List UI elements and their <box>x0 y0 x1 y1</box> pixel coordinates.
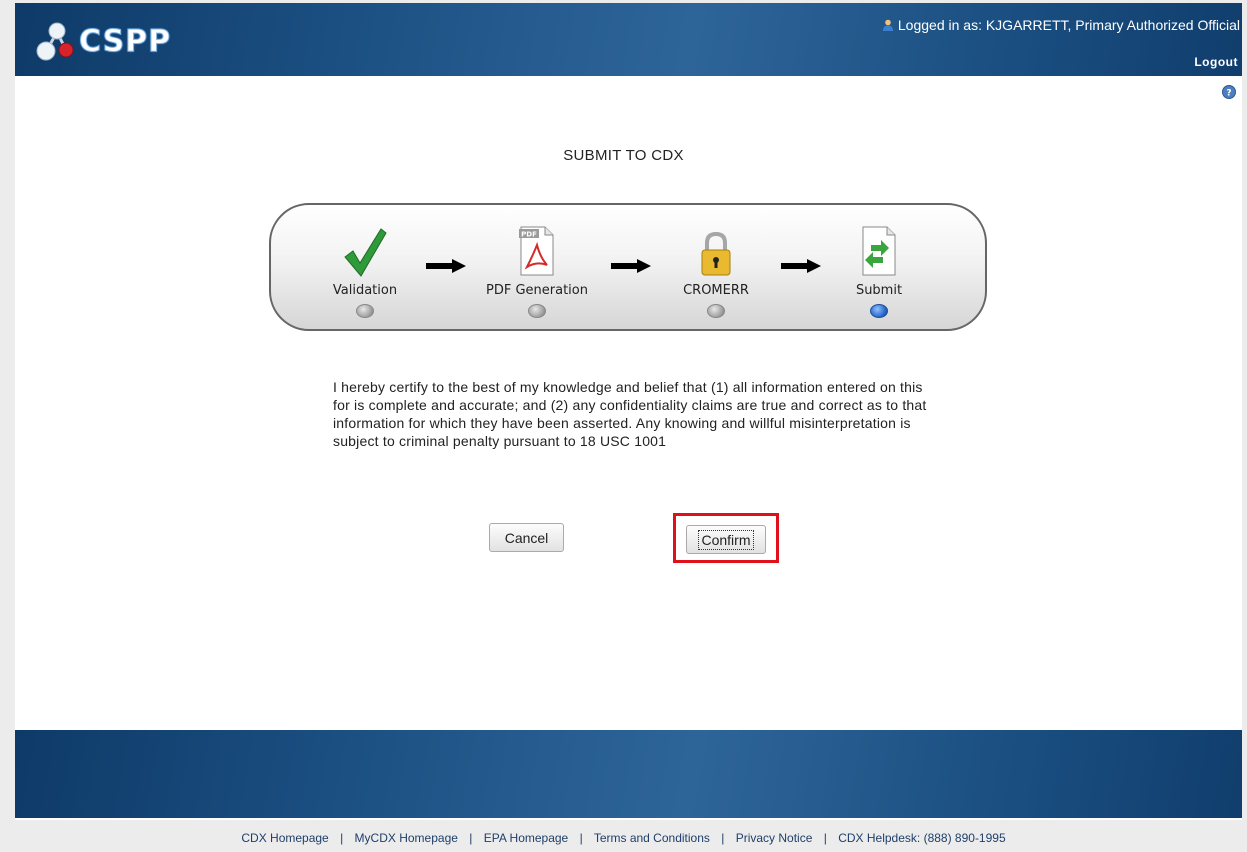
footer-link-epa-homepage[interactable]: EPA Homepage <box>484 831 569 845</box>
logout-link[interactable]: Logout <box>1194 55 1238 69</box>
step-submit: Submit <box>809 205 949 318</box>
step-label: Validation <box>332 283 398 298</box>
step-label: PDF Generation <box>486 283 588 298</box>
footer-separator: | <box>823 831 827 845</box>
arrow-right-icon <box>426 259 466 273</box>
pdf-icon: PDF <box>519 226 554 276</box>
pdf-badge-text: PDF <box>521 231 537 239</box>
step-indicator <box>356 304 374 318</box>
footer-link-helpdesk[interactable]: CDX Helpdesk: (888) 890-1995 <box>838 831 1005 845</box>
logo-text: CSPP <box>78 23 172 59</box>
svg-text:?: ? <box>1226 89 1231 99</box>
step-pdf-generation: PDF PDF Generation <box>467 205 607 318</box>
help-icon[interactable]: ? <box>1222 85 1236 99</box>
step-indicator <box>707 304 725 318</box>
footer-separator: | <box>721 831 725 845</box>
step-label: CROMERR <box>683 283 749 298</box>
certification-statement: I hereby certify to the best of my knowl… <box>333 379 927 449</box>
login-info: Logged in as: KJGARRETT, Primary Authori… <box>882 17 1240 33</box>
cspp-logo: CSPP <box>35 19 171 63</box>
checkmark-icon <box>344 228 387 277</box>
cancel-button[interactable]: Cancel <box>489 523 564 552</box>
user-icon <box>882 19 893 31</box>
step-cromerr: CROMERR <box>646 205 786 318</box>
footer-link-mycdx-homepage[interactable]: MyCDX Homepage <box>355 831 458 845</box>
arrow-right-icon <box>611 259 651 273</box>
header-bar: CSPP Logged in as: KJGARRETT, Primary Au… <box>15 3 1242 76</box>
submission-steps: Validation PDF PDF Generation CROMERR Su… <box>269 203 987 331</box>
footer-separator: | <box>340 831 344 845</box>
footer-link-terms[interactable]: Terms and Conditions <box>594 831 710 845</box>
step-indicator <box>528 304 546 318</box>
footer-links: CDX Homepage | MyCDX Homepage | EPA Home… <box>0 831 1247 845</box>
lock-icon <box>701 231 731 276</box>
footer-separator: | <box>469 831 473 845</box>
step-validation: Validation <box>295 205 435 318</box>
confirm-button[interactable]: Confirm <box>686 525 766 554</box>
footer-separator: | <box>579 831 583 845</box>
login-text: Logged in as: KJGARRETT, Primary Authori… <box>897 17 1240 33</box>
page-title: SUBMIT TO CDX <box>563 147 684 164</box>
step-label: Submit <box>855 283 903 298</box>
molecule-icon <box>36 22 74 61</box>
confirm-button-label: Confirm <box>698 529 754 550</box>
submit-document-icon <box>862 226 896 276</box>
footer-band <box>15 730 1242 818</box>
footer-link-cdx-homepage[interactable]: CDX Homepage <box>241 831 328 845</box>
step-indicator-active <box>870 304 888 318</box>
footer-link-privacy[interactable]: Privacy Notice <box>736 831 813 845</box>
